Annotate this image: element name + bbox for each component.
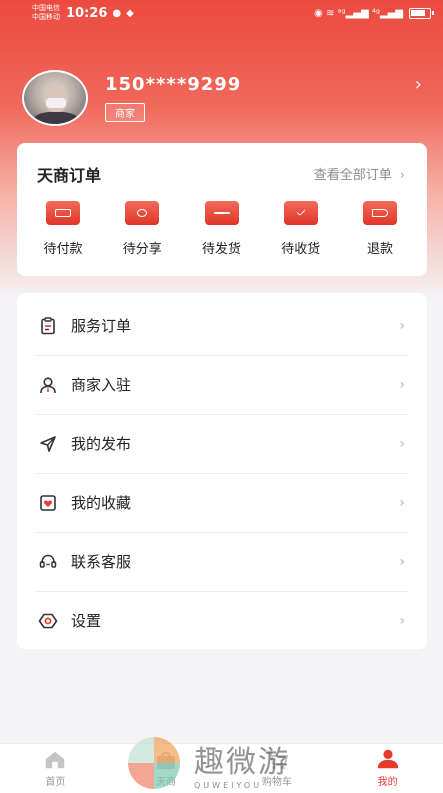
menu-item-label: 服务订单	[71, 317, 132, 335]
menu-card: 服务订单 › 商家入驻 › 我的发布 › 我的收藏 › 联系客服 › 设置 ›	[17, 293, 427, 649]
send-icon	[38, 434, 58, 454]
carrier-1: 中国电信	[32, 4, 60, 12]
profile-icon	[376, 749, 400, 770]
menu-item-merchant-join[interactable]: 商家入驻 ›	[17, 355, 427, 414]
watermark-subtitle: QUWEIYOU	[194, 780, 263, 790]
order-pending-share[interactable]: 待分享	[114, 201, 170, 257]
chevron-right-icon: ›	[399, 435, 405, 452]
chevron-right-icon: ›	[399, 168, 405, 183]
order-status-label: 待收货	[281, 242, 321, 257]
battery-icon	[409, 7, 434, 19]
order-status-label: 待付款	[43, 242, 83, 257]
wallet-icon	[46, 201, 80, 225]
order-pending-shipment[interactable]: 待发货	[194, 201, 250, 257]
order-status-label: 待发货	[201, 242, 241, 257]
menu-item-favorites[interactable]: 我的收藏 ›	[17, 473, 427, 532]
chevron-right-icon: ›	[399, 494, 405, 511]
menu-item-settings[interactable]: 设置 ›	[17, 591, 427, 650]
menu-item-label: 商家入驻	[71, 376, 132, 394]
headset-icon	[38, 552, 58, 572]
receive-icon	[283, 201, 318, 225]
chevron-right-icon[interactable]: ›	[415, 74, 422, 95]
carrier-2: 中国移动	[32, 13, 60, 21]
menu-item-label: 设置	[71, 612, 102, 630]
signal-icons: ◉ ≋ ᵃᵍ▂▄▆ ⁴ᵍ▂▄▆	[314, 7, 403, 19]
notification-icon: ◆	[126, 7, 134, 19]
refund-icon	[363, 201, 397, 225]
menu-item-customer-service[interactable]: 联系客服 ›	[17, 532, 427, 591]
share-icon	[125, 201, 160, 225]
order-card: 天商订单 查看全部订单 › 待付款 待分享 待发货 待收货 退款	[17, 143, 427, 276]
profile-info: 150****9299 商家	[105, 74, 241, 122]
view-all-orders-label: 查看全部订单	[313, 168, 392, 183]
message-icon: ●	[112, 7, 122, 19]
user-phone: 150****9299	[105, 73, 242, 95]
avatar-body	[32, 111, 80, 124]
tab-home[interactable]: 首页	[0, 744, 111, 793]
favorite-icon	[38, 493, 58, 513]
order-status-row: 待付款 待分享 待发货 待收货 退款	[17, 201, 427, 257]
status-bar: 中国电信 中国移动 10:26 ● ◆ ◉ ≋ ᵃᵍ▂▄▆ ⁴ᵍ▂▄▆	[0, 0, 443, 26]
home-icon	[43, 750, 67, 770]
chevron-right-icon: ›	[399, 553, 405, 570]
menu-item-label: 我的收藏	[71, 494, 132, 512]
menu-item-service-orders[interactable]: 服务订单 ›	[17, 296, 427, 355]
chevron-right-icon: ›	[399, 317, 405, 334]
order-status-label: 退款	[366, 242, 393, 257]
order-pending-receipt[interactable]: 待收货	[273, 201, 329, 257]
watermark-logo	[128, 737, 180, 789]
tab-label: 首页	[45, 776, 66, 788]
merchant-badge: 商家	[105, 102, 145, 122]
watermark: 趣微游 QUWEIYOU	[128, 733, 318, 793]
order-pending-payment[interactable]: 待付款	[35, 201, 91, 257]
shipping-icon	[204, 201, 239, 225]
order-card-title: 天商订单	[37, 166, 102, 185]
order-status-label: 待分享	[122, 242, 162, 257]
merchant-icon	[38, 375, 58, 395]
tab-profile[interactable]: 我的	[332, 744, 443, 793]
clock: 10:26	[66, 5, 108, 21]
watermark-title: 趣微游	[194, 744, 290, 780]
order-refund[interactable]: 退款	[352, 201, 408, 257]
menu-item-label: 联系客服	[71, 553, 132, 571]
avatar[interactable]	[22, 69, 88, 126]
watermark-text: 趣微游 QUWEIYOU	[194, 737, 290, 790]
settings-icon	[38, 611, 58, 631]
profile-header[interactable]: 150****9299 商家 ›	[22, 69, 422, 126]
avatar-mask	[46, 97, 66, 108]
status-icons: ◉ ≋ ᵃᵍ▂▄▆ ⁴ᵍ▂▄▆	[314, 7, 434, 19]
view-all-orders-link[interactable]: 查看全部订单 ›	[314, 164, 405, 183]
menu-item-label: 我的发布	[71, 435, 132, 453]
chevron-right-icon: ›	[399, 612, 405, 629]
carrier-info: 中国电信 中国移动	[32, 4, 60, 22]
chevron-right-icon: ›	[399, 376, 405, 393]
menu-item-my-posts[interactable]: 我的发布 ›	[17, 414, 427, 473]
clipboard-icon	[38, 316, 58, 336]
tab-label: 我的	[377, 776, 398, 788]
